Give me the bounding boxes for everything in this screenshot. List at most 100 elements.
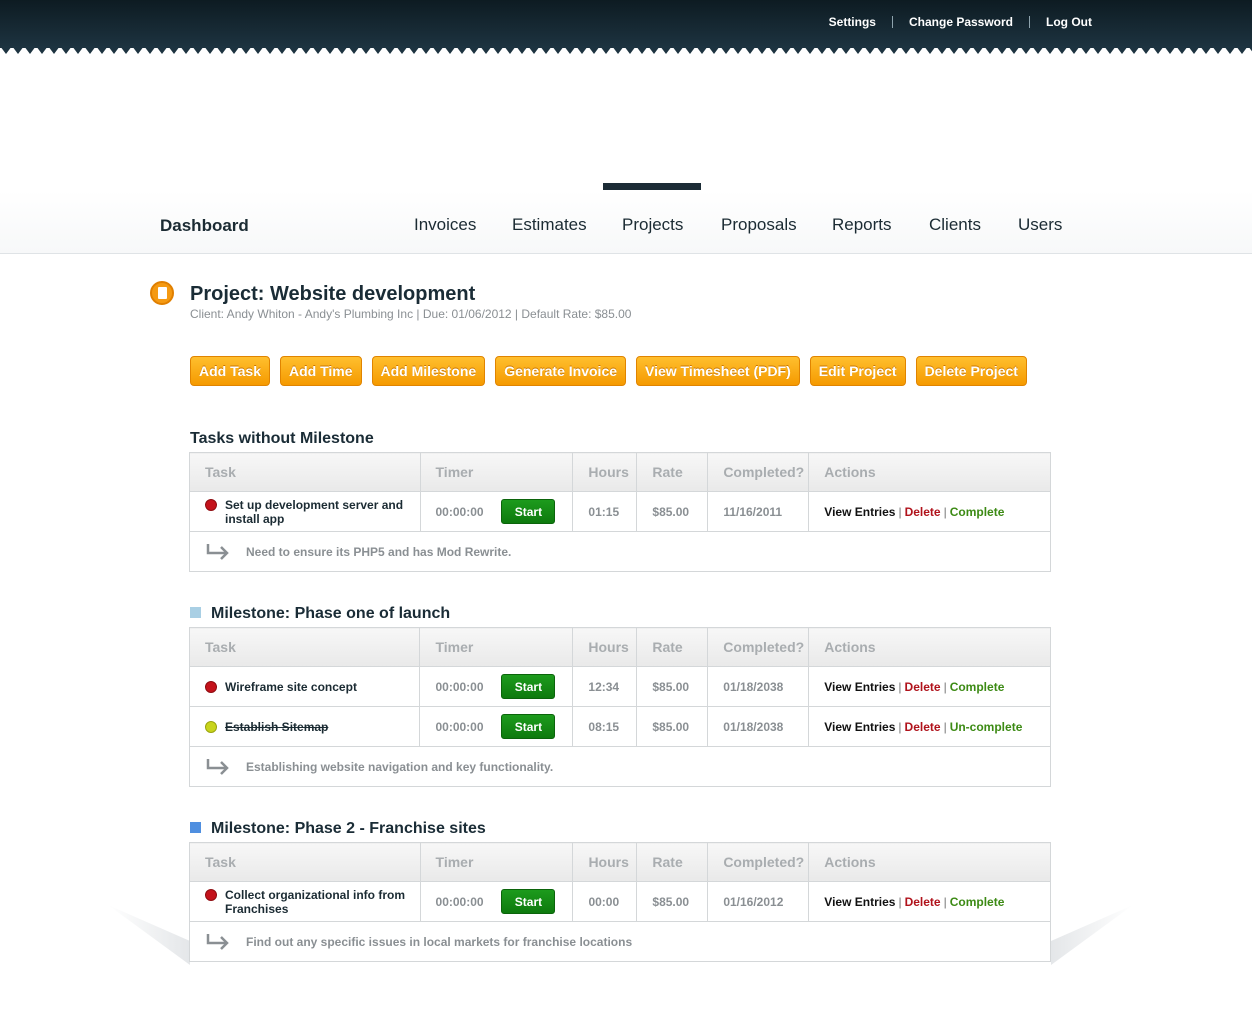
col-actions: Actions — [808, 842, 1051, 882]
col-rate: Rate — [636, 842, 709, 882]
task-note: Need to ensure its PHP5 and has Mod Rewr… — [246, 544, 512, 559]
logout-link[interactable]: Log Out — [1046, 15, 1092, 29]
timer-value: 00:00:00 — [435, 894, 484, 909]
view-entries-link[interactable]: View Entries — [824, 720, 895, 734]
completed-date: 01/18/2038 — [707, 706, 810, 747]
col-rate: Rate — [636, 627, 709, 667]
milestone-prefix: Milestone: — [211, 820, 295, 837]
project-document-icon — [150, 281, 174, 305]
nav-dashboard[interactable]: Dashboard — [160, 216, 249, 236]
delete-task-link[interactable]: Delete — [905, 720, 941, 734]
page-shadow — [1051, 905, 1133, 965]
timer-value: 00:00:00 — [435, 719, 484, 734]
milestone-title: Milestone: Phase one of launch — [190, 605, 450, 623]
note-row: Need to ensure its PHP5 and has Mod Rewr… — [189, 531, 1051, 572]
col-hours: Hours — [572, 452, 638, 492]
start-timer-button[interactable]: Start — [501, 499, 556, 524]
col-timer: Timer — [419, 627, 574, 667]
milestone-color-icon — [190, 822, 201, 833]
add-time-button[interactable]: Add Time — [279, 356, 362, 386]
action-separator: | — [943, 894, 947, 909]
completed-date: 11/16/2011 — [707, 491, 810, 532]
change-password-link[interactable]: Change Password — [909, 15, 1013, 29]
timer-value: 00:00:00 — [435, 679, 484, 694]
start-timer-button[interactable]: Start — [501, 889, 556, 914]
action-separator: | — [898, 679, 902, 694]
add-milestone-button[interactable]: Add Milestone — [371, 356, 486, 386]
status-dot-red-icon — [205, 680, 217, 693]
view-entries-link[interactable]: View Entries — [824, 680, 895, 694]
start-timer-button[interactable]: Start — [501, 674, 556, 699]
nav-users[interactable]: Users — [1018, 215, 1062, 235]
complete-task-link[interactable]: Complete — [950, 895, 1005, 909]
task-name[interactable]: Wireframe site concept — [225, 680, 357, 694]
timer-value: 00:00:00 — [435, 504, 484, 519]
col-actions: Actions — [808, 627, 1051, 667]
task-name[interactable]: Establish Sitemap — [225, 720, 328, 734]
action-separator: | — [898, 504, 902, 519]
top-bar: Settings Change Password Log Out — [0, 0, 1252, 48]
header: 7am Development — [0, 48, 1252, 189]
generate-invoice-button[interactable]: Generate Invoice — [495, 356, 627, 386]
table-row: Collect organizational info from Franchi… — [189, 881, 1051, 922]
status-dot-red-icon — [205, 888, 217, 901]
return-arrow-icon — [206, 758, 229, 775]
table-row: Set up development server and install ap… — [189, 491, 1051, 532]
col-completed: Completed? — [707, 842, 810, 882]
task-table: Task Timer Hours Rate Completed? Actions… — [189, 627, 1051, 787]
col-timer: Timer — [420, 452, 574, 492]
divider — [891, 16, 893, 28]
completed-date: 01/18/2038 — [707, 666, 810, 707]
rate-value: $85.00 — [636, 666, 709, 707]
col-hours: Hours — [572, 842, 638, 882]
col-completed: Completed? — [707, 452, 810, 492]
edit-project-button[interactable]: Edit Project — [809, 356, 906, 386]
section-title-text: Tasks without Milestone — [190, 430, 374, 447]
nav-reports[interactable]: Reports — [832, 215, 892, 235]
view-entries-link[interactable]: View Entries — [824, 505, 895, 519]
status-dot-yellow-icon — [205, 720, 217, 733]
start-timer-button[interactable]: Start — [501, 714, 556, 739]
view-entries-link[interactable]: View Entries — [824, 895, 895, 909]
task-note: Find out any specific issues in local ma… — [246, 934, 633, 949]
delete-task-link[interactable]: Delete — [905, 505, 941, 519]
settings-link[interactable]: Settings — [829, 15, 876, 29]
nav-projects[interactable]: Projects — [622, 215, 683, 235]
rate-value: $85.00 — [636, 706, 709, 747]
task-name[interactable]: Collect organizational info from Franchi… — [225, 888, 420, 916]
delete-task-link[interactable]: Delete — [905, 680, 941, 694]
action-separator: | — [943, 504, 947, 519]
task-table: Task Timer Hours Rate Completed? Actions… — [189, 842, 1051, 962]
project-actions: Add Task Add Time Add Milestone Generate… — [190, 356, 1037, 386]
table-header: Task Timer Hours Rate Completed? Actions — [189, 842, 1051, 882]
nav-estimates[interactable]: Estimates — [512, 215, 587, 235]
complete-task-link[interactable]: Complete — [950, 505, 1005, 519]
view-timesheet-button[interactable]: View Timesheet (PDF) — [636, 356, 800, 386]
table-row: Establish Sitemap 00:00:00 Start 08:15 $8… — [189, 706, 1051, 747]
status-dot-red-icon — [205, 498, 217, 511]
col-timer: Timer — [420, 842, 574, 882]
delete-project-button[interactable]: Delete Project — [915, 356, 1027, 386]
task-name[interactable]: Set up development server and install ap… — [225, 498, 420, 526]
table-row: Wireframe site concept 00:00:00 Start 12:… — [189, 666, 1051, 707]
task-table: Task Timer Hours Rate Completed? Actions… — [189, 452, 1051, 572]
main-nav: Dashboard Invoices Estimates Projects Pr… — [0, 190, 1252, 254]
completed-date: 01/16/2012 — [707, 881, 810, 922]
brand-title: 7am Development — [150, 102, 451, 143]
nav-invoices[interactable]: Invoices — [414, 215, 476, 235]
complete-task-link[interactable]: Complete — [950, 680, 1005, 694]
divider — [1029, 16, 1031, 28]
action-separator: | — [898, 894, 902, 909]
nav-proposals[interactable]: Proposals — [721, 215, 797, 235]
nav-clients[interactable]: Clients — [929, 215, 981, 235]
project-title: Project: Website development — [190, 283, 476, 305]
delete-task-link[interactable]: Delete — [905, 895, 941, 909]
project-meta: Client: Andy Whiton - Andy's Plumbing In… — [190, 307, 632, 321]
hours-value: 00:00 — [572, 881, 638, 922]
milestone-prefix: Milestone: — [211, 605, 295, 622]
uncomplete-task-link[interactable]: Un-complete — [950, 720, 1023, 734]
col-task: Task — [189, 842, 421, 882]
col-actions: Actions — [808, 452, 1051, 492]
table-header: Task Timer Hours Rate Completed? Actions — [189, 627, 1051, 667]
add-task-button[interactable]: Add Task — [190, 356, 270, 386]
